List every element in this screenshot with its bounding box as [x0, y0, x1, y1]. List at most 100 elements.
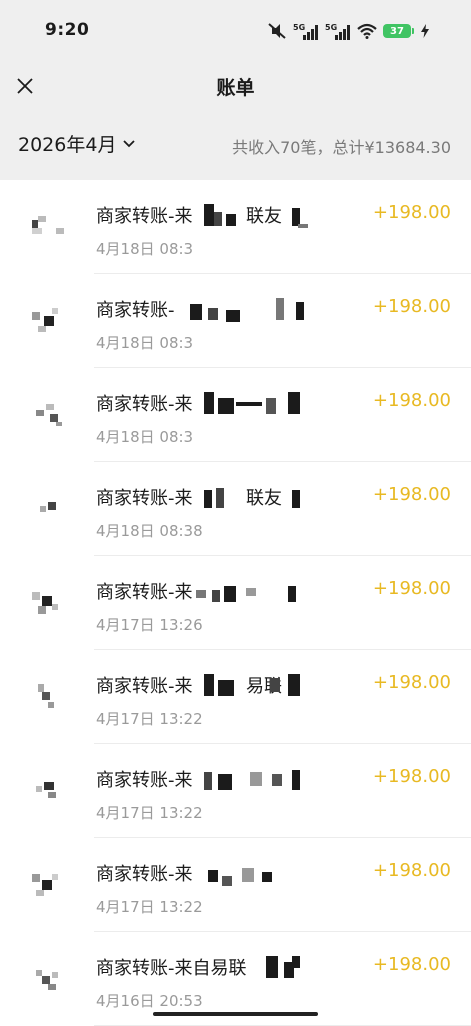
transaction-row[interactable]: 商家转账-来 易联 4月17日 13:22 +198.00 [0, 650, 471, 744]
redaction-mask [208, 308, 218, 320]
transaction-title-group: 商家转账-来 [96, 388, 316, 416]
redaction-mask [204, 392, 214, 414]
home-indicator [153, 1012, 318, 1016]
merchant-avatar [32, 770, 64, 802]
avatar-pixel [52, 972, 58, 978]
status-time: 9:20 [45, 20, 90, 40]
transaction-row[interactable]: 商家转账-来 4月17日 13:26 +198.00 [0, 556, 471, 650]
avatar-pixel [56, 228, 64, 234]
transaction-row[interactable]: 商家转账-来 4月17日 13:22 +198.00 [0, 744, 471, 838]
redaction-mask [204, 772, 212, 790]
redaction-mask [276, 298, 284, 320]
chevron-down-icon [123, 139, 136, 147]
transaction-row[interactable]: 商家转账- 4月18日 08:3 +198.00 [0, 274, 471, 368]
transaction-date: 4月18日 08:38 [96, 522, 203, 540]
redaction-mask [204, 490, 212, 508]
transaction-amount: +198.00 [372, 954, 451, 975]
wifi-icon [357, 23, 377, 39]
transaction-title-group: 商家转账-来 易联 [96, 670, 316, 698]
redaction-mask [218, 774, 232, 790]
month-selector[interactable]: 2026年4月 [18, 130, 136, 157]
avatar-pixel [52, 874, 58, 880]
redaction-mask [262, 872, 272, 882]
merchant-avatar [32, 676, 64, 708]
redaction-mask [288, 392, 300, 414]
transaction-title-group: 商家转账-来 [96, 858, 316, 886]
page-title: 账单 [216, 77, 255, 99]
redaction-mask [218, 398, 234, 414]
redaction-mask [204, 674, 214, 696]
avatar-pixel [46, 404, 54, 410]
avatar-pixel [32, 874, 40, 882]
avatar-pixel [38, 684, 44, 692]
transaction-row[interactable]: 商家转账-来 联友 4月18日 08:38 +198.00 [0, 462, 471, 556]
transaction-title: 商家转账-来 [96, 864, 193, 885]
transaction-amount: +198.00 [372, 390, 451, 411]
mute-icon [267, 22, 287, 40]
redaction-mask [236, 402, 262, 406]
transaction-amount: +198.00 [372, 672, 451, 693]
transaction-title: 商家转账-来 [96, 770, 193, 791]
redaction-mask [246, 588, 256, 596]
signal-5g-icon: 5G [293, 22, 319, 40]
avatar-pixel [42, 692, 50, 700]
avatar-pixel [42, 976, 50, 984]
avatar-pixel [56, 422, 62, 426]
avatar-pixel [48, 502, 56, 510]
transaction-row[interactable]: 商家转账-来 4月17日 13:22 +198.00 [0, 838, 471, 932]
avatar-pixel [32, 592, 40, 600]
merchant-avatar [32, 394, 64, 426]
avatar-pixel [48, 792, 56, 798]
transaction-amount: +198.00 [372, 296, 451, 317]
redaction-mask [242, 868, 254, 882]
transaction-title: 商家转账-来 [96, 676, 193, 697]
month-filter-bar: 2026年4月 共收入70笔，总计¥13684.30 [0, 112, 471, 180]
redaction-mask [190, 304, 202, 320]
transaction-amount: +198.00 [372, 484, 451, 505]
merchant-avatar [32, 582, 64, 614]
redaction-mask [226, 310, 240, 322]
avatar-pixel [44, 782, 54, 790]
transaction-row[interactable]: 商家转账-来 联友 4月18日 08:3 +198.00 [0, 180, 471, 274]
avatar-pixel [42, 880, 52, 890]
transaction-title-group: 商家转账-来自易联 [96, 952, 316, 980]
merchant-avatar [32, 864, 64, 896]
redaction-mask [226, 214, 236, 226]
redaction-mask [216, 488, 224, 508]
transaction-title-group: 商家转账-来 联友 [96, 200, 316, 228]
merchant-avatar [32, 300, 64, 332]
transaction-amount: +198.00 [372, 860, 451, 881]
transaction-date: 4月18日 08:3 [96, 334, 194, 352]
redaction-mask [288, 586, 296, 602]
transaction-title: 商家转账- [96, 300, 175, 321]
avatar-pixel [38, 326, 46, 332]
redaction-mask [270, 678, 280, 692]
avatar-pixel [44, 316, 54, 326]
redaction-mask [292, 770, 300, 790]
transaction-row[interactable]: 商家转账-来 4月18日 08:3 +198.00 [0, 368, 471, 462]
transaction-amount: +198.00 [372, 202, 451, 223]
redaction-mask [288, 674, 300, 696]
merchant-avatar [32, 488, 64, 520]
avatar-pixel [38, 606, 46, 614]
redaction-mask [204, 204, 214, 226]
avatar-pixel [32, 312, 40, 320]
redaction-mask [208, 870, 218, 882]
transaction-date: 4月16日 20:53 [96, 992, 203, 1010]
transaction-title-group: 商家转账-来 [96, 576, 316, 604]
signal-5g-icon: 5G [325, 22, 351, 40]
transaction-title: 商家转账-来 [96, 582, 193, 603]
redaction-mask [212, 590, 220, 602]
redaction-mask [222, 876, 232, 886]
redaction-mask [218, 680, 234, 696]
transaction-title: 商家转账-来 [96, 488, 193, 509]
avatar-pixel [36, 786, 42, 792]
transaction-list: 商家转账-来 联友 4月18日 08:3 +198.00 商家转账- 4月18日 08:3… [0, 180, 471, 1026]
avatar-pixel [50, 414, 58, 422]
charging-icon [421, 24, 429, 38]
transaction-date: 4月17日 13:22 [96, 898, 203, 916]
redaction-mask [266, 956, 278, 978]
status-icons: 5G 5G 37 [267, 20, 429, 42]
redaction-mask [292, 956, 300, 968]
avatar-pixel [32, 228, 42, 234]
